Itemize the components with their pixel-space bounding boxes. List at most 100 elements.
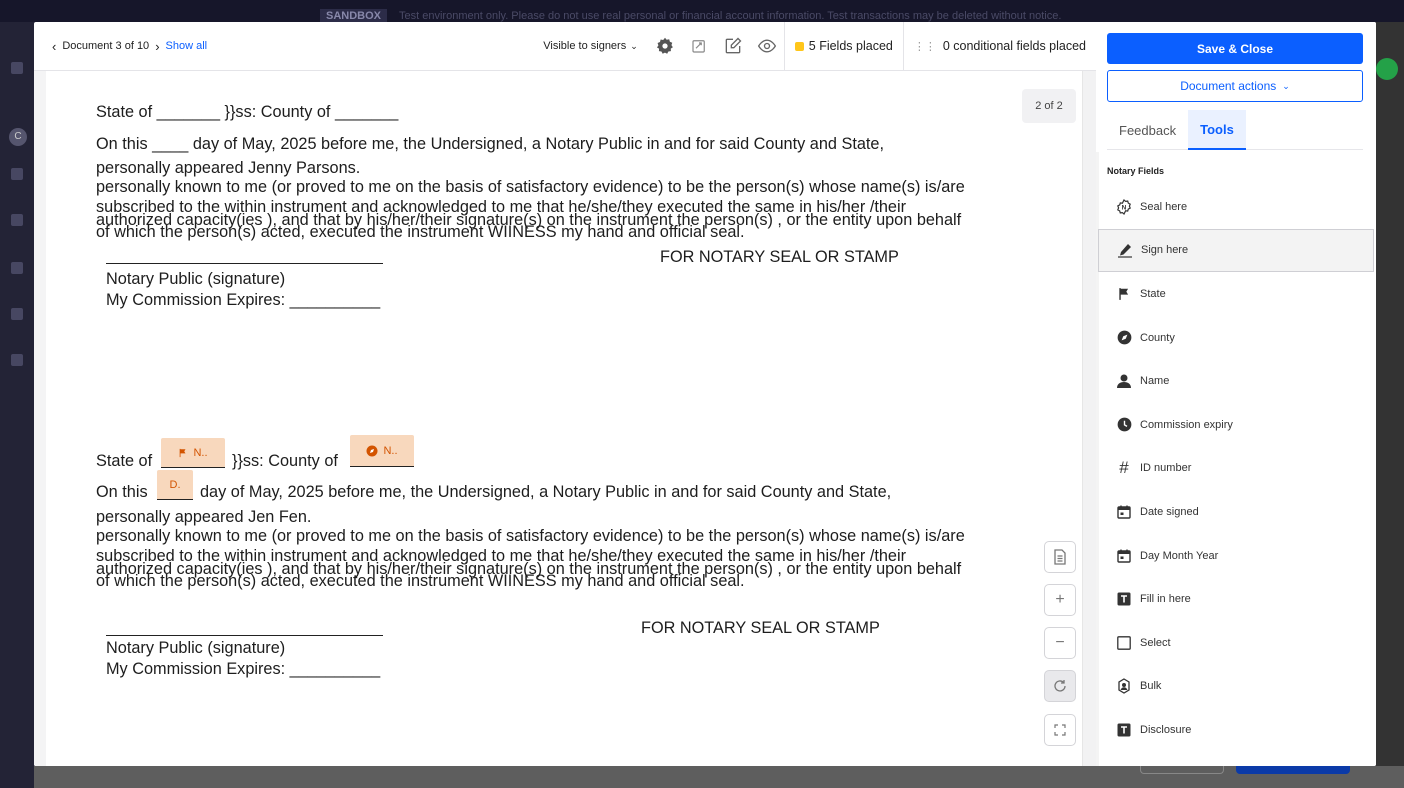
commission-expires-line: My Commission Expires: __________ <box>106 660 381 678</box>
tab-feedback[interactable]: Feedback <box>1107 110 1188 150</box>
pen-icon <box>1117 242 1133 258</box>
panel-tabs: Feedback Tools <box>1107 110 1363 150</box>
users-icon <box>11 308 23 320</box>
next-document-icon[interactable]: › <box>155 39 159 54</box>
state-field[interactable]: N.. <box>161 438 225 468</box>
tool-label: Fill in here <box>1140 593 1191 606</box>
tool-label: State <box>1140 287 1166 300</box>
hash-icon: # <box>1119 458 1129 478</box>
document-info-button[interactable] <box>1044 541 1076 573</box>
notary-signature-label: Notary Public (signature) <box>106 639 286 657</box>
tool-state[interactable]: State <box>1096 272 1376 316</box>
tool-disclosure[interactable]: Disclosure <box>1096 708 1376 752</box>
tool-label: Disclosure <box>1140 723 1192 736</box>
tool-label: County <box>1140 331 1175 344</box>
tools-panel: Save & Close Document actions ⌄ Feedback… <box>1096 22 1376 766</box>
tool-day-month-year[interactable]: Day Month Year <box>1096 534 1376 578</box>
svg-text:N: N <box>1122 204 1127 211</box>
avatar: C <box>9 128 27 146</box>
conditional-fields-label: 0 conditional fields placed <box>942 39 1086 53</box>
witness-line: of which the person(s) acted, executed t… <box>96 223 745 241</box>
fields-placed-indicator: 5 Fields placed <box>783 22 903 71</box>
document-viewer[interactable]: 2 of 2 State of _______ }}ss: County of … <box>34 71 1096 766</box>
settings-icon <box>11 262 23 274</box>
tool-name[interactable]: Name <box>1096 359 1376 403</box>
zoom-out-button[interactable]: − <box>1044 627 1076 659</box>
notary-fields-list: N Seal here Sign here State County Name <box>1096 185 1376 752</box>
tool-fill-in-here[interactable]: Fill in here <box>1096 577 1376 621</box>
text-box-icon <box>1116 591 1132 607</box>
replace-field-icon[interactable] <box>685 32 713 60</box>
notary-day-line: On this ____ day of May, 2025 before me,… <box>96 135 884 153</box>
previous-document-icon[interactable]: ‹ <box>52 39 56 54</box>
tool-county[interactable]: County <box>1096 316 1376 360</box>
sandbox-banner-text: Test environment only. Please do not use… <box>399 10 1062 22</box>
background-bottom-bar <box>34 766 1404 788</box>
appeared-line: personally appeared Jen Fen. <box>96 508 312 526</box>
background-sidebar: C <box>0 22 34 788</box>
editor-toolbar: ‹ Document 3 of 10 › Show all Visible to… <box>34 22 1096 71</box>
tool-sign-here[interactable]: Sign here <box>1098 228 1374 273</box>
tool-label: Seal here <box>1140 200 1188 213</box>
apps-grid-icon <box>11 62 23 74</box>
background-primary-button <box>1236 766 1350 774</box>
preview-eye-icon[interactable] <box>753 32 781 60</box>
text-box-icon <box>1116 722 1132 738</box>
notary-day-rest: day of May, 2025 before me, the Undersig… <box>200 483 892 501</box>
tool-date-signed[interactable]: Date signed <box>1096 490 1376 534</box>
save-close-button[interactable]: Save & Close <box>1107 33 1363 64</box>
settings-icon[interactable] <box>651 32 679 60</box>
bulk-icon <box>1116 678 1132 695</box>
document-actions-button[interactable]: Document actions ⌄ <box>1107 70 1363 102</box>
tool-id-number[interactable]: # ID number <box>1096 447 1376 491</box>
tab-tools[interactable]: Tools <box>1188 110 1246 150</box>
tool-commission-expiry[interactable]: Commission expiry <box>1096 403 1376 447</box>
county-label: }}ss: County of <box>232 452 338 470</box>
state-field-label: N.. <box>193 446 208 459</box>
signature-line <box>106 263 383 264</box>
background-button <box>1140 766 1224 774</box>
clock-icon <box>1116 417 1132 433</box>
fields-placed-label: 5 Fields placed <box>808 39 893 53</box>
state-label: State of <box>96 452 153 470</box>
rotate-reset-button[interactable] <box>1044 670 1076 702</box>
edit-icon[interactable] <box>719 32 747 60</box>
sandbox-tag: SANDBOX <box>320 9 388 23</box>
rocket-icon <box>11 354 23 366</box>
conditional-tree-icon: ⋮⋮ <box>913 40 936 53</box>
county-field[interactable]: N.. <box>350 435 414 467</box>
tool-bulk[interactable]: Bulk <box>1096 665 1376 709</box>
tool-label: Name <box>1140 375 1170 388</box>
background-right-strip <box>1374 22 1404 788</box>
tool-select[interactable]: Select <box>1096 621 1376 665</box>
chevron-down-icon: ⌄ <box>1282 80 1290 91</box>
visibility-label: Visible to signers <box>543 40 627 52</box>
tool-seal-here[interactable]: N Seal here <box>1096 185 1376 229</box>
tool-label: Commission expiry <box>1140 418 1233 431</box>
day-field[interactable]: D. <box>157 470 193 500</box>
appeared-line: personally appeared Jenny Parsons. <box>96 159 361 177</box>
user-avatar <box>1376 58 1398 80</box>
document-scrollbar[interactable] <box>1082 71 1096 766</box>
calendar-icon <box>1116 504 1132 520</box>
compass-icon <box>366 445 378 457</box>
compass-icon <box>1116 330 1132 346</box>
witness-line: of which the person(s) acted, executed t… <box>96 572 745 590</box>
person-icon <box>1116 373 1132 389</box>
notary-signature-label: Notary Public (signature) <box>106 270 286 288</box>
tool-label: Bulk <box>1140 680 1162 693</box>
show-all-link[interactable]: Show all <box>166 40 208 52</box>
state-county-line: State of _______ }}ss: County of _______ <box>96 103 399 121</box>
tool-label: Date signed <box>1140 505 1199 518</box>
background-top-bar: SANDBOX Test environment only. Please do … <box>0 0 1404 23</box>
toolbar-icons <box>648 32 784 60</box>
seal-label: FOR NOTARY SEAL OR STAMP <box>641 619 880 637</box>
fit-screen-button[interactable] <box>1044 714 1076 746</box>
county-field-label: N.. <box>383 444 398 457</box>
visibility-dropdown[interactable]: Visible to signers ⌄ <box>543 40 648 52</box>
tool-label: Sign here <box>1141 244 1189 257</box>
zoom-in-button[interactable]: + <box>1044 584 1076 616</box>
tool-label: Select <box>1140 636 1171 649</box>
signature-line <box>106 635 383 636</box>
sandbox-banner: SANDBOX Test environment only. Please do … <box>320 9 1062 23</box>
